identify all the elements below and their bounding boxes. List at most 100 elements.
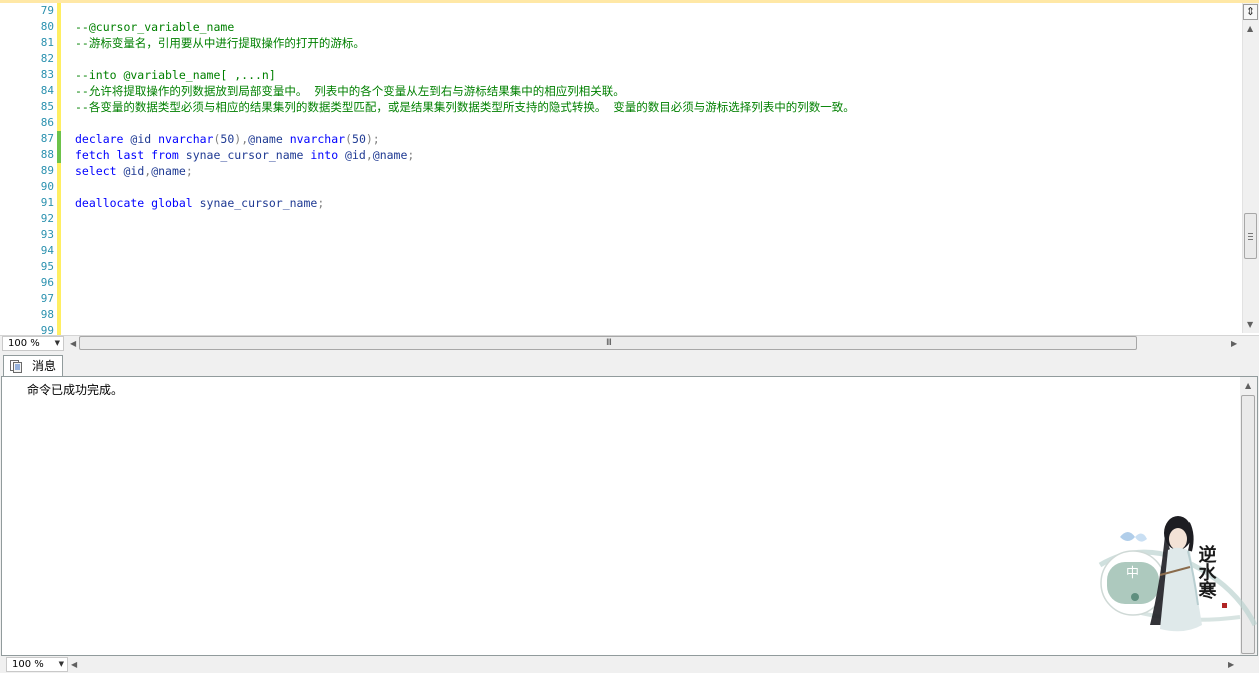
code-token: @name (151, 164, 186, 178)
code-token: @id (338, 148, 366, 162)
scroll-left-arrow-icon[interactable]: ◀ (70, 339, 76, 348)
line-number: 89 (40, 164, 54, 177)
line-number: 98 (40, 308, 54, 321)
line-number: 90 (40, 180, 54, 193)
code-token: select (75, 164, 117, 178)
line-number: 81 (40, 36, 54, 49)
code-line[interactable] (75, 275, 1235, 291)
code-token: 50 (352, 132, 366, 146)
code-line[interactable]: --允许将提取操作的列数据放到局部变量中。 列表中的各个变量从左到右与游标结果集… (75, 83, 1235, 99)
scroll-right-arrow-icon[interactable]: ▶ (1228, 660, 1234, 669)
code-token: @id (123, 132, 159, 146)
split-view-icon[interactable]: ⇕ (1243, 4, 1258, 20)
line-number: 83 (40, 68, 54, 81)
code-line[interactable]: declare @id nvarchar(50),@name nvarchar(… (75, 131, 1235, 147)
code-line[interactable] (75, 3, 1235, 19)
editor-zoom-select[interactable]: 100 % ▼ (2, 336, 64, 351)
code-line[interactable]: --@cursor_variable_name (75, 19, 1235, 35)
line-number: 96 (40, 276, 54, 289)
line-number: 85 (40, 100, 54, 113)
line-number: 93 (40, 228, 54, 241)
code-token: synae_cursor_name (178, 148, 311, 162)
results-zoom-select[interactable]: 100 % ▼ (6, 657, 68, 672)
game-character-artwork: 中 逆水寒 (1098, 516, 1258, 632)
code-token: ; (317, 196, 325, 210)
line-numbers: 79 80 81 82 83 84 85 86 87 88 89 90 91 92 93 94 95 96 97 98… (0, 3, 54, 339)
code-line[interactable] (75, 51, 1235, 67)
scroll-left-arrow-icon[interactable]: ◀ (71, 660, 77, 669)
code-line[interactable] (75, 307, 1235, 323)
query-editor[interactable]: 79 80 81 82 83 84 85 86 87 88 89 90 91 92 93 94 95 96 97 98… (0, 0, 1259, 337)
code-token: ; (407, 148, 415, 162)
code-line[interactable] (75, 243, 1235, 259)
code-token: 50 (220, 132, 235, 146)
code-token: nvarchar (289, 132, 346, 146)
scroll-down-arrow-icon[interactable]: ▼ (1247, 320, 1253, 329)
code-line[interactable] (75, 179, 1235, 195)
code-token: --into @variable_name[ ,...n] (75, 68, 276, 82)
line-number: 82 (40, 52, 54, 65)
line-number: 87 (40, 132, 54, 145)
editor-zoom-value: 100 % (8, 338, 40, 349)
badge-character: 中 (1126, 566, 1139, 581)
editor-vertical-scroll-thumb[interactable] (1244, 213, 1257, 259)
code-token: @name (372, 148, 408, 162)
results-status-bar (0, 656, 1259, 673)
code-line[interactable]: fetch last from synae_cursor_name into @… (75, 147, 1235, 163)
game-logo: 逆水寒 (1196, 544, 1218, 600)
code-token: --游标变量名，引用要从中进行提取操作的打开的游标。 (75, 36, 365, 50)
change-tracking-margin (57, 3, 61, 335)
code-line[interactable] (75, 227, 1235, 243)
scroll-up-arrow-icon[interactable]: ▲ (1245, 381, 1251, 390)
tab-messages[interactable]: 消息 (3, 355, 63, 377)
line-number: 94 (40, 244, 54, 257)
code-token: ; (185, 164, 193, 178)
code-line[interactable]: --各变量的数据类型必须与相应的结果集列的数据类型匹配，或是结果集列数据类型所支… (75, 99, 1235, 115)
code-line[interactable]: deallocate global synae_cursor_name; (75, 195, 1235, 211)
code-line[interactable] (75, 259, 1235, 275)
code-token: ); (365, 132, 380, 146)
line-number: 80 (40, 20, 54, 33)
scroll-right-arrow-icon[interactable]: ▶ (1231, 339, 1237, 348)
code-token: @id (116, 164, 145, 178)
result-message: 命令已成功完成。 (27, 383, 124, 397)
code-area[interactable]: --@cursor_variable_name --游标变量名，引用要从中进行提取… (75, 3, 1235, 339)
code-token: --各变量的数据类型必须与相应的结果集列的数据类型匹配，或是结果集列数据类型所支… (75, 100, 855, 114)
code-token: deallocate global (75, 196, 193, 210)
chevron-down-icon[interactable]: ▼ (59, 658, 64, 671)
results-tab-strip (0, 352, 1259, 376)
line-number: 95 (40, 260, 54, 273)
code-token: into (310, 148, 339, 162)
code-token: , (365, 148, 373, 162)
tab-messages-label: 消息 (32, 359, 57, 373)
editor-horizontal-scroll-thumb[interactable]: III (79, 336, 1137, 350)
code-line[interactable] (75, 115, 1235, 131)
code-token: @name (248, 132, 290, 146)
code-token: fetch last from (75, 148, 179, 162)
code-token: ( (345, 132, 353, 146)
code-token: synae_cursor_name (192, 196, 318, 210)
line-number: 84 (40, 84, 54, 97)
code-line[interactable]: --游标变量名，引用要从中进行提取操作的打开的游标。 (75, 35, 1235, 51)
results-pane[interactable]: 命令已成功完成。 (1, 376, 1258, 656)
line-number: 91 (40, 196, 54, 209)
line-number: 92 (40, 212, 54, 225)
code-line[interactable] (75, 211, 1235, 227)
code-token: declare (75, 132, 124, 146)
code-line[interactable]: --into @variable_name[ ,...n] (75, 67, 1235, 83)
code-token: --@cursor_variable_name (75, 20, 235, 34)
code-line[interactable] (75, 291, 1235, 307)
scroll-up-arrow-icon[interactable]: ▲ (1247, 24, 1253, 33)
line-number: 97 (40, 292, 54, 305)
saved-change-marker (57, 131, 61, 163)
code-line[interactable]: select @id,@name; (75, 163, 1235, 179)
line-number: 86 (40, 116, 54, 129)
results-zoom-value: 100 % (12, 659, 44, 670)
chevron-down-icon[interactable]: ▼ (55, 337, 60, 350)
code-token: nvarchar (158, 132, 214, 146)
editor-vertical-scrollbar[interactable] (1242, 3, 1259, 333)
code-token: --允许将提取操作的列数据放到局部变量中。 列表中的各个变量从左到右与游标结果集… (75, 84, 625, 98)
line-number: 79 (40, 4, 54, 17)
code-token: ), (234, 132, 249, 146)
messages-icon (10, 360, 22, 373)
